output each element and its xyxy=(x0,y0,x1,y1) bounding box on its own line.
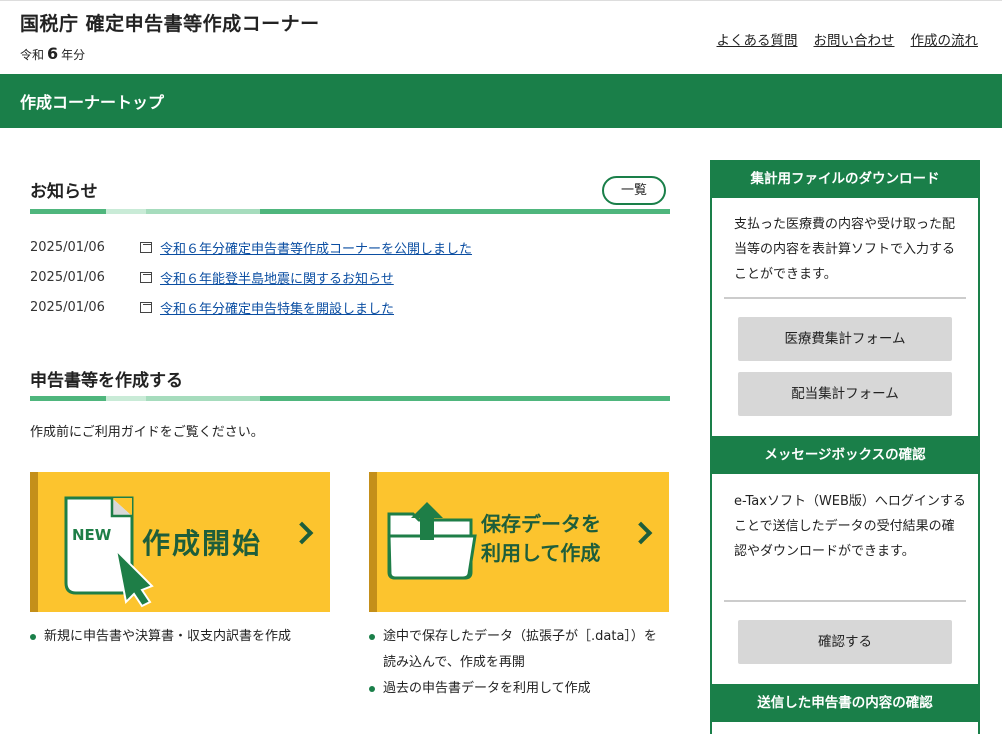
saved-data-create-button[interactable]: 保存データを 利用して作成 xyxy=(369,472,669,612)
site-header: 国税庁 確定申告書等作成コーナー 令和 6 年分 よくある質問 お問い合わせ 作成の… xyxy=(0,0,1002,74)
start-create-button[interactable]: NEW 作成開始 xyxy=(30,472,330,612)
tax-year: 令和 6 年分 xyxy=(20,44,85,63)
top-nav-bar: 作成コーナートップ xyxy=(0,74,1002,128)
download-section-title: 集計用ファイルのダウンロード xyxy=(710,160,980,198)
start-create-notes: 新規に申告書や決算書・収支内訳書を作成 xyxy=(30,624,350,650)
page-icon xyxy=(140,271,152,283)
messagebox-section-title: メッセージボックスの確認 xyxy=(710,436,980,474)
download-section-text: 支払った医療費の内容や受け取った配当等の内容を表計算ソフトで入力することができま… xyxy=(734,217,956,282)
saved-data-label-line1: 保存データを xyxy=(481,512,601,536)
start-create-label: 作成開始 xyxy=(142,527,263,560)
list-item: 途中で保存したデータ（拡張子が［.data］）を読み込んで、作成を再開 xyxy=(369,624,669,676)
list-item: 2025/01/06 令和６年分確定申告書等作成コーナーを公開しました xyxy=(30,232,670,262)
notices-divider xyxy=(30,209,670,214)
year-suffix: 年分 xyxy=(61,48,86,62)
page-icon xyxy=(140,241,152,253)
faq-link[interactable]: よくある質問 xyxy=(717,29,798,49)
medical-expense-form-button[interactable]: 医療費集計フォーム xyxy=(738,317,952,361)
saved-data-label-line2: 利用して作成 xyxy=(481,541,601,565)
year-number: 6 xyxy=(47,44,59,63)
corner-top-label[interactable]: 作成コーナートップ xyxy=(20,89,164,113)
create-divider xyxy=(30,396,670,401)
notices-list-button[interactable]: 一覧 xyxy=(602,176,666,205)
notice-link[interactable]: 令和６年分確定申告特集を開設しました xyxy=(160,298,394,317)
flow-link[interactable]: 作成の流れ xyxy=(911,29,979,49)
page-icon xyxy=(140,301,152,313)
sent-return-section-title: 送信した申告書の内容の確認 xyxy=(710,684,980,722)
divider xyxy=(724,600,966,602)
messagebox-section-text: e-Taxソフト（WEB版）へログインすることで送信したデータの受付結果の確認や… xyxy=(734,494,966,559)
notice-date: 2025/01/06 xyxy=(30,239,105,255)
contact-link[interactable]: お問い合わせ xyxy=(814,29,895,49)
saved-data-notes: 途中で保存したデータ（拡張子が［.data］）を読み込んで、作成を再開 過去の申… xyxy=(369,624,669,702)
sidebar: 集計用ファイルのダウンロード 支払った医療費の内容や受け取った配当等の内容を表計… xyxy=(710,160,980,734)
guide-text: 作成前にご利用ガイドをご覧ください。 xyxy=(30,425,264,440)
divider xyxy=(724,297,966,299)
dividend-form-button[interactable]: 配当集計フォーム xyxy=(738,372,952,416)
folder-upload-icon xyxy=(387,502,477,580)
top-links: よくある質問 お問い合わせ 作成の流れ xyxy=(717,29,979,49)
list-item: 新規に申告書や決算書・収支内訳書を作成 xyxy=(30,624,350,650)
notice-date: 2025/01/06 xyxy=(30,269,105,285)
site-title: 国税庁 確定申告書等作成コーナー xyxy=(20,13,320,35)
notices-heading-block: お知らせ xyxy=(30,177,670,214)
list-item: 2025/01/06 令和６年分確定申告特集を開設しました xyxy=(30,292,670,322)
notice-link[interactable]: 令和６年能登半島地震に関するお知らせ xyxy=(160,268,394,287)
notices-heading: お知らせ xyxy=(30,182,98,202)
chevron-right-icon xyxy=(290,521,314,545)
notice-link[interactable]: 令和６年分確定申告書等作成コーナーを公開しました xyxy=(160,238,472,257)
chevron-right-icon xyxy=(629,521,653,545)
saved-data-label: 保存データを 利用して作成 xyxy=(481,510,601,568)
notice-date: 2025/01/06 xyxy=(30,299,105,315)
year-prefix: 令和 xyxy=(20,48,45,62)
list-item: 過去の申告書データを利用して作成 xyxy=(369,676,669,702)
new-icon-text: NEW xyxy=(72,526,112,544)
notices-list: 2025/01/06 令和６年分確定申告書等作成コーナーを公開しました 2025… xyxy=(30,232,670,322)
create-heading-block: 申告書等を作成する xyxy=(30,366,670,401)
confirm-button[interactable]: 確認する xyxy=(738,620,952,664)
create-heading: 申告書等を作成する xyxy=(30,371,183,391)
list-item: 2025/01/06 令和６年能登半島地震に関するお知らせ xyxy=(30,262,670,292)
